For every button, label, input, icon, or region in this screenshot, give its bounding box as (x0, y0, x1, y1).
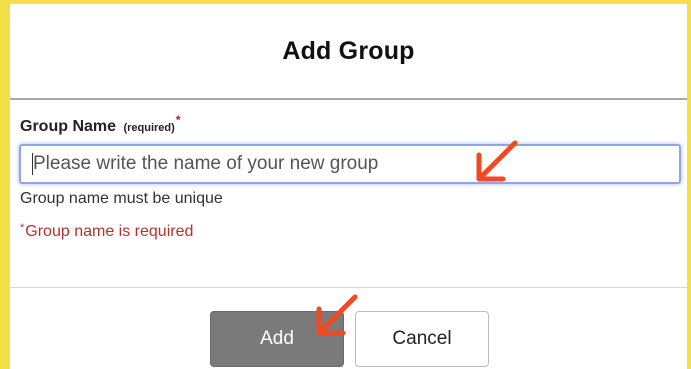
group-name-label-text: Group Name (20, 118, 117, 135)
dialog-title: Add Group (282, 37, 415, 65)
cancel-button[interactable]: Cancel (355, 311, 489, 367)
dialog-header: Add Group (10, 4, 687, 100)
arrow-down-left-icon (316, 294, 358, 336)
required-note: (required) (123, 122, 175, 134)
error-asterisk: * (20, 222, 25, 234)
required-asterisk: * (175, 113, 181, 127)
group-name-label: Group Name (required)* (20, 113, 180, 136)
group-name-hint: Group name must be unique (20, 190, 223, 207)
text-caret (32, 153, 33, 175)
arrow-down-left-icon (476, 140, 518, 182)
group-name-input[interactable] (19, 144, 681, 184)
group-name-error: *Group name is required (20, 222, 194, 241)
error-text: Group name is required (25, 223, 194, 240)
footer-divider (10, 287, 687, 288)
